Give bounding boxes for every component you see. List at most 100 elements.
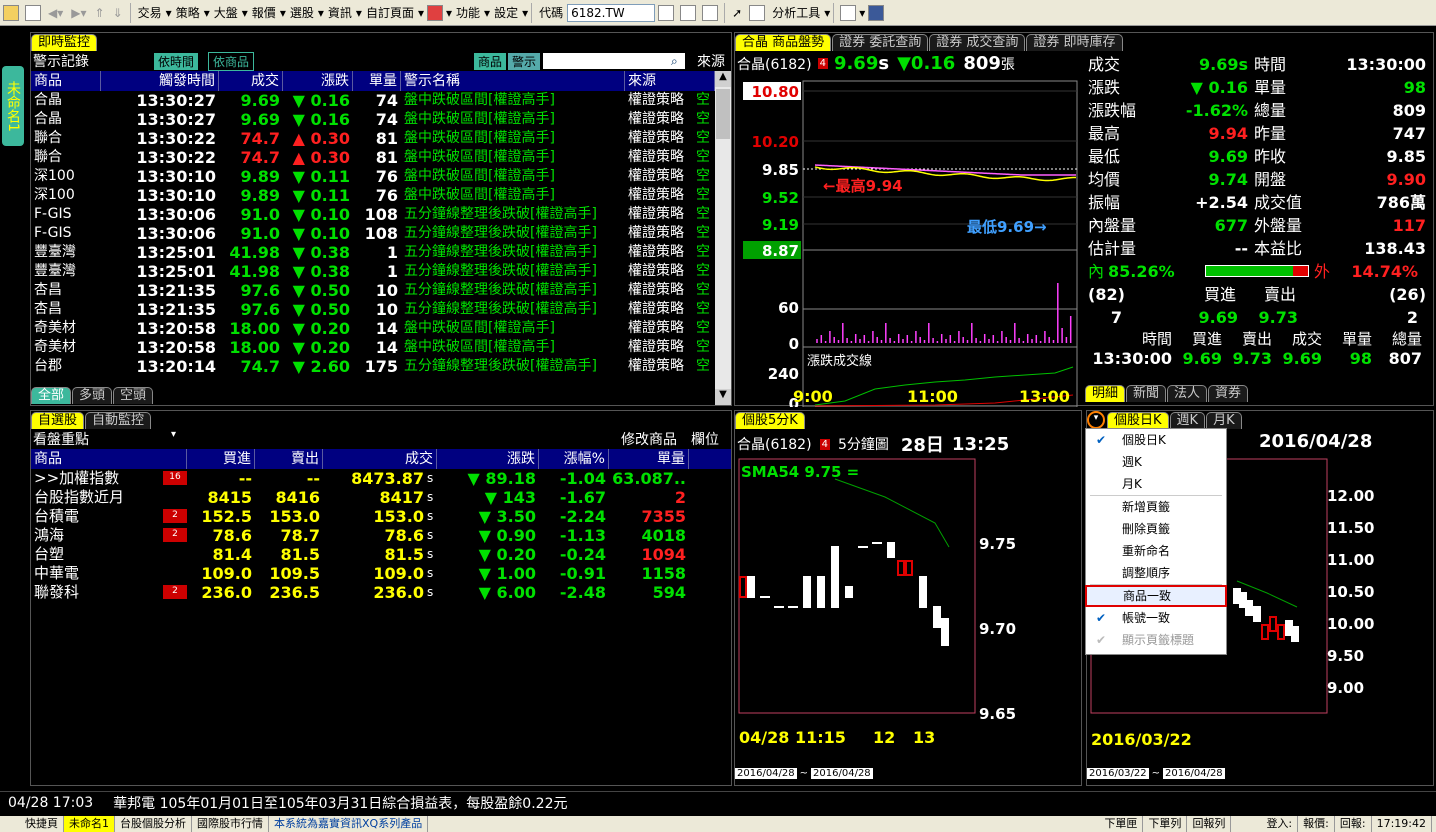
alert-row[interactable]: 奇美材 13:20:58 18.00 ▼ 0.20 14 盤中跌破區間[權證高手] 權證策略…	[31, 319, 731, 338]
tab-long[interactable]: 多頭	[72, 387, 113, 404]
menu-info[interactable]: 資訊	[324, 2, 356, 24]
tab-menu-button[interactable]: ▾	[1087, 411, 1105, 429]
news-ticker[interactable]: 04/28 17:03 華邦電 105年01月01日至105年03月31日綜合損…	[0, 791, 1436, 813]
menu-item-sync-account[interactable]: ✔ 帳號一致	[1086, 607, 1226, 629]
tab-short[interactable]: 空頭	[113, 387, 154, 404]
col-volume[interactable]: 單量	[353, 71, 401, 91]
col-w-bid[interactable]: 買進	[187, 449, 255, 469]
alert-row[interactable]: 豐臺灣 13:25:01 41.98 ▼ 0.38 1 五分鐘線整理後跌破[權證高手] 權證…	[31, 262, 731, 281]
view-select[interactable]: 看盤重點	[33, 429, 89, 449]
forward-icon[interactable]: ▶▾	[67, 2, 90, 24]
tab-news[interactable]: 新聞	[1126, 385, 1167, 402]
alert-search-input[interactable]	[543, 53, 685, 69]
tab-all[interactable]: 全部	[31, 387, 72, 404]
menu-strategy[interactable]: 策略	[172, 2, 204, 24]
sort-by-product-button[interactable]: 依商品	[208, 51, 255, 71]
col-change[interactable]: 漲跌	[283, 71, 353, 91]
status-tab-untitled[interactable]: 未命名1	[64, 816, 115, 832]
favorite-icon[interactable]	[426, 4, 443, 21]
col-w-pct[interactable]: 漲幅%	[539, 449, 609, 469]
layout-icon[interactable]	[25, 4, 41, 21]
menu-item-reorder[interactable]: 調整順序	[1086, 562, 1226, 584]
down-icon[interactable]: ⇓	[109, 2, 127, 24]
col-price[interactable]: 成交	[219, 71, 283, 91]
tool-icon[interactable]	[749, 4, 766, 21]
tab-margin[interactable]: 資券	[1208, 385, 1249, 402]
code-input[interactable]: 6182.TW	[567, 3, 656, 22]
tick-col[interactable]: 成交	[1275, 329, 1325, 349]
status-tab-stock-analysis[interactable]: 台股個股分析	[115, 816, 192, 832]
watch-row[interactable]: >>加權指數 16 -- -- 8473.87 s ▼ 89.18 -1.04 63.087..	[31, 469, 731, 488]
alert-row[interactable]: 奇美材 13:20:58 18.00 ▼ 0.20 14 盤中跌破區間[權證高手] 權證策略…	[31, 338, 731, 357]
tab-market-overview[interactable]: 合晶 商品盤勢	[735, 34, 832, 51]
tick-col[interactable]: 總量	[1375, 329, 1425, 349]
menu-item-week-k[interactable]: 週K	[1086, 451, 1226, 473]
tab-week-k[interactable]: 週K	[1169, 412, 1206, 429]
tick-col[interactable]: 時間	[1125, 329, 1175, 349]
menu-item-delete-tab[interactable]: 刪除頁籤	[1086, 518, 1226, 540]
kday-to-date[interactable]: 2016/04/28	[1163, 768, 1225, 779]
edit-product-button[interactable]: 修改商品	[621, 429, 677, 449]
back-icon[interactable]: ◀▾	[44, 2, 67, 24]
menu-item-sync-product[interactable]: 商品一致	[1085, 585, 1227, 607]
menu-quote[interactable]: 報價	[248, 2, 280, 24]
tab-month-k[interactable]: 月K	[1206, 412, 1242, 429]
kday-from-date[interactable]: 2016/03/22	[1087, 768, 1149, 779]
menu-trade[interactable]: 交易	[134, 2, 166, 24]
menu-screen[interactable]: 選股	[286, 2, 318, 24]
alert-row[interactable]: 豐臺灣 13:25:01 41.98 ▼ 0.38 1 五分鐘線整理後跌破[權證高手] 權證…	[31, 243, 731, 262]
fields-button[interactable]: 欄位	[691, 429, 719, 449]
search-tab-alert[interactable]: 警示	[508, 52, 541, 70]
menu-item-rename[interactable]: 重新命名	[1086, 540, 1226, 562]
menu-item-add-tab[interactable]: 新增頁籤	[1086, 496, 1226, 518]
tab-institution[interactable]: 法人	[1167, 385, 1208, 402]
alert-row[interactable]: 杏昌 13:21:35 97.6 ▼ 0.50 10 五分鐘線整理後跌破[權證高手] 權證策…	[31, 281, 731, 300]
status-tab-intl[interactable]: 國際股市行情	[192, 816, 269, 832]
tab-5min-k[interactable]: 個股5分K	[735, 412, 805, 429]
order-bar-button[interactable]: 下單列	[1143, 816, 1188, 832]
menu-item-month-k[interactable]: 月K	[1086, 473, 1226, 495]
tab-day-k[interactable]: 個股日K	[1107, 412, 1169, 429]
menu-item-show-title[interactable]: ✔ 顯示頁籤標題	[1086, 629, 1226, 651]
col-w-change[interactable]: 漲跌	[437, 449, 539, 469]
col-w-ask[interactable]: 賣出	[255, 449, 323, 469]
col-w-volume[interactable]: 單量	[609, 449, 689, 469]
analysis-tools[interactable]: 分析工具	[768, 2, 824, 24]
alert-row[interactable]: F-GIS 13:30:06 91.0 ▼ 0.10 108 五分鐘線整理後跌破[權證高手…	[31, 205, 731, 224]
watch-row[interactable]: 台股指數近月 8415 8416 8417 s ▼ 143 -1.67 2	[31, 488, 731, 507]
alert-row[interactable]: 深100 13:30:10 9.89 ▼ 0.11 76 盤中跌破區間[權證高手] 權證策略…	[31, 186, 731, 205]
kline-icon[interactable]	[702, 4, 719, 21]
menu-item-day-k[interactable]: ✔ 個股日K	[1086, 429, 1226, 451]
tab-inventory[interactable]: 證券 即時庫存	[1026, 34, 1123, 51]
col-source[interactable]: 來源	[625, 71, 715, 91]
col-trigger-time[interactable]: 觸發時間	[101, 71, 219, 91]
watch-row[interactable]: 鴻海 2 78.6 78.7 78.6 s ▼ 0.90 -1.13 4018	[31, 526, 731, 545]
menu-settings[interactable]: 設定	[490, 2, 522, 24]
facebook-icon[interactable]	[868, 4, 885, 21]
alert-row[interactable]: 合晶 13:30:27 9.69 ▼ 0.16 74 盤中跌破區間[權證高手] 權證策略空	[31, 110, 731, 129]
tick-col[interactable]: 單量	[1325, 329, 1375, 349]
alert-row[interactable]: 台郡 13:20:14 74.7 ▼ 2.60 175 五分鐘線整理後跌破[權證高手] 權證…	[31, 357, 731, 376]
cursor-icon[interactable]: ➚	[728, 2, 746, 24]
alert-row[interactable]: F-GIS 13:30:06 91.0 ▼ 0.10 108 五分鐘線整理後跌破[權證高手…	[31, 224, 731, 243]
search-tab-product[interactable]: 商品	[474, 52, 507, 70]
chart-icon[interactable]	[680, 4, 697, 21]
menu-market[interactable]: 大盤	[210, 2, 242, 24]
home-icon[interactable]	[3, 4, 19, 21]
tab-fill-query[interactable]: 證券 成交查詢	[929, 34, 1026, 51]
report-bar-button[interactable]: 回報列	[1187, 816, 1232, 832]
sort-by-time-button[interactable]: 依時間	[154, 52, 199, 70]
chevron-down-icon[interactable]: ▾	[171, 429, 176, 440]
watch-row[interactable]: 台積電 2 152.5 153.0 153.0 s ▼ 3.50 -2.24 7355	[31, 507, 731, 526]
enter-icon[interactable]	[658, 4, 675, 21]
k5-from-date[interactable]: 2016/04/28	[735, 768, 797, 779]
tab-detail[interactable]: 明細	[1085, 385, 1126, 402]
tab-auto-monitor[interactable]: 自動監控	[85, 412, 152, 429]
k5-to-date[interactable]: 2016/04/28	[811, 768, 873, 779]
watch-row[interactable]: 聯發科 2 236.0 236.5 236.0 s ▼ 6.00 -2.48 594	[31, 583, 731, 602]
alert-row[interactable]: 聯合 13:30:22 74.7 ▲ 0.30 81 盤中跌破區間[權證高手] 權證策略空	[31, 129, 731, 148]
alert-row[interactable]: 合晶 13:30:27 9.69 ▼ 0.16 74 盤中跌破區間[權證高手] 權證策略空	[31, 91, 731, 110]
menu-custom-page[interactable]: 自訂頁面	[362, 2, 418, 24]
col-w-product[interactable]: 商品	[31, 449, 187, 469]
watch-row[interactable]: 中華電 109.0 109.5 109.0 s ▼ 1.00 -0.91 1158	[31, 564, 731, 583]
